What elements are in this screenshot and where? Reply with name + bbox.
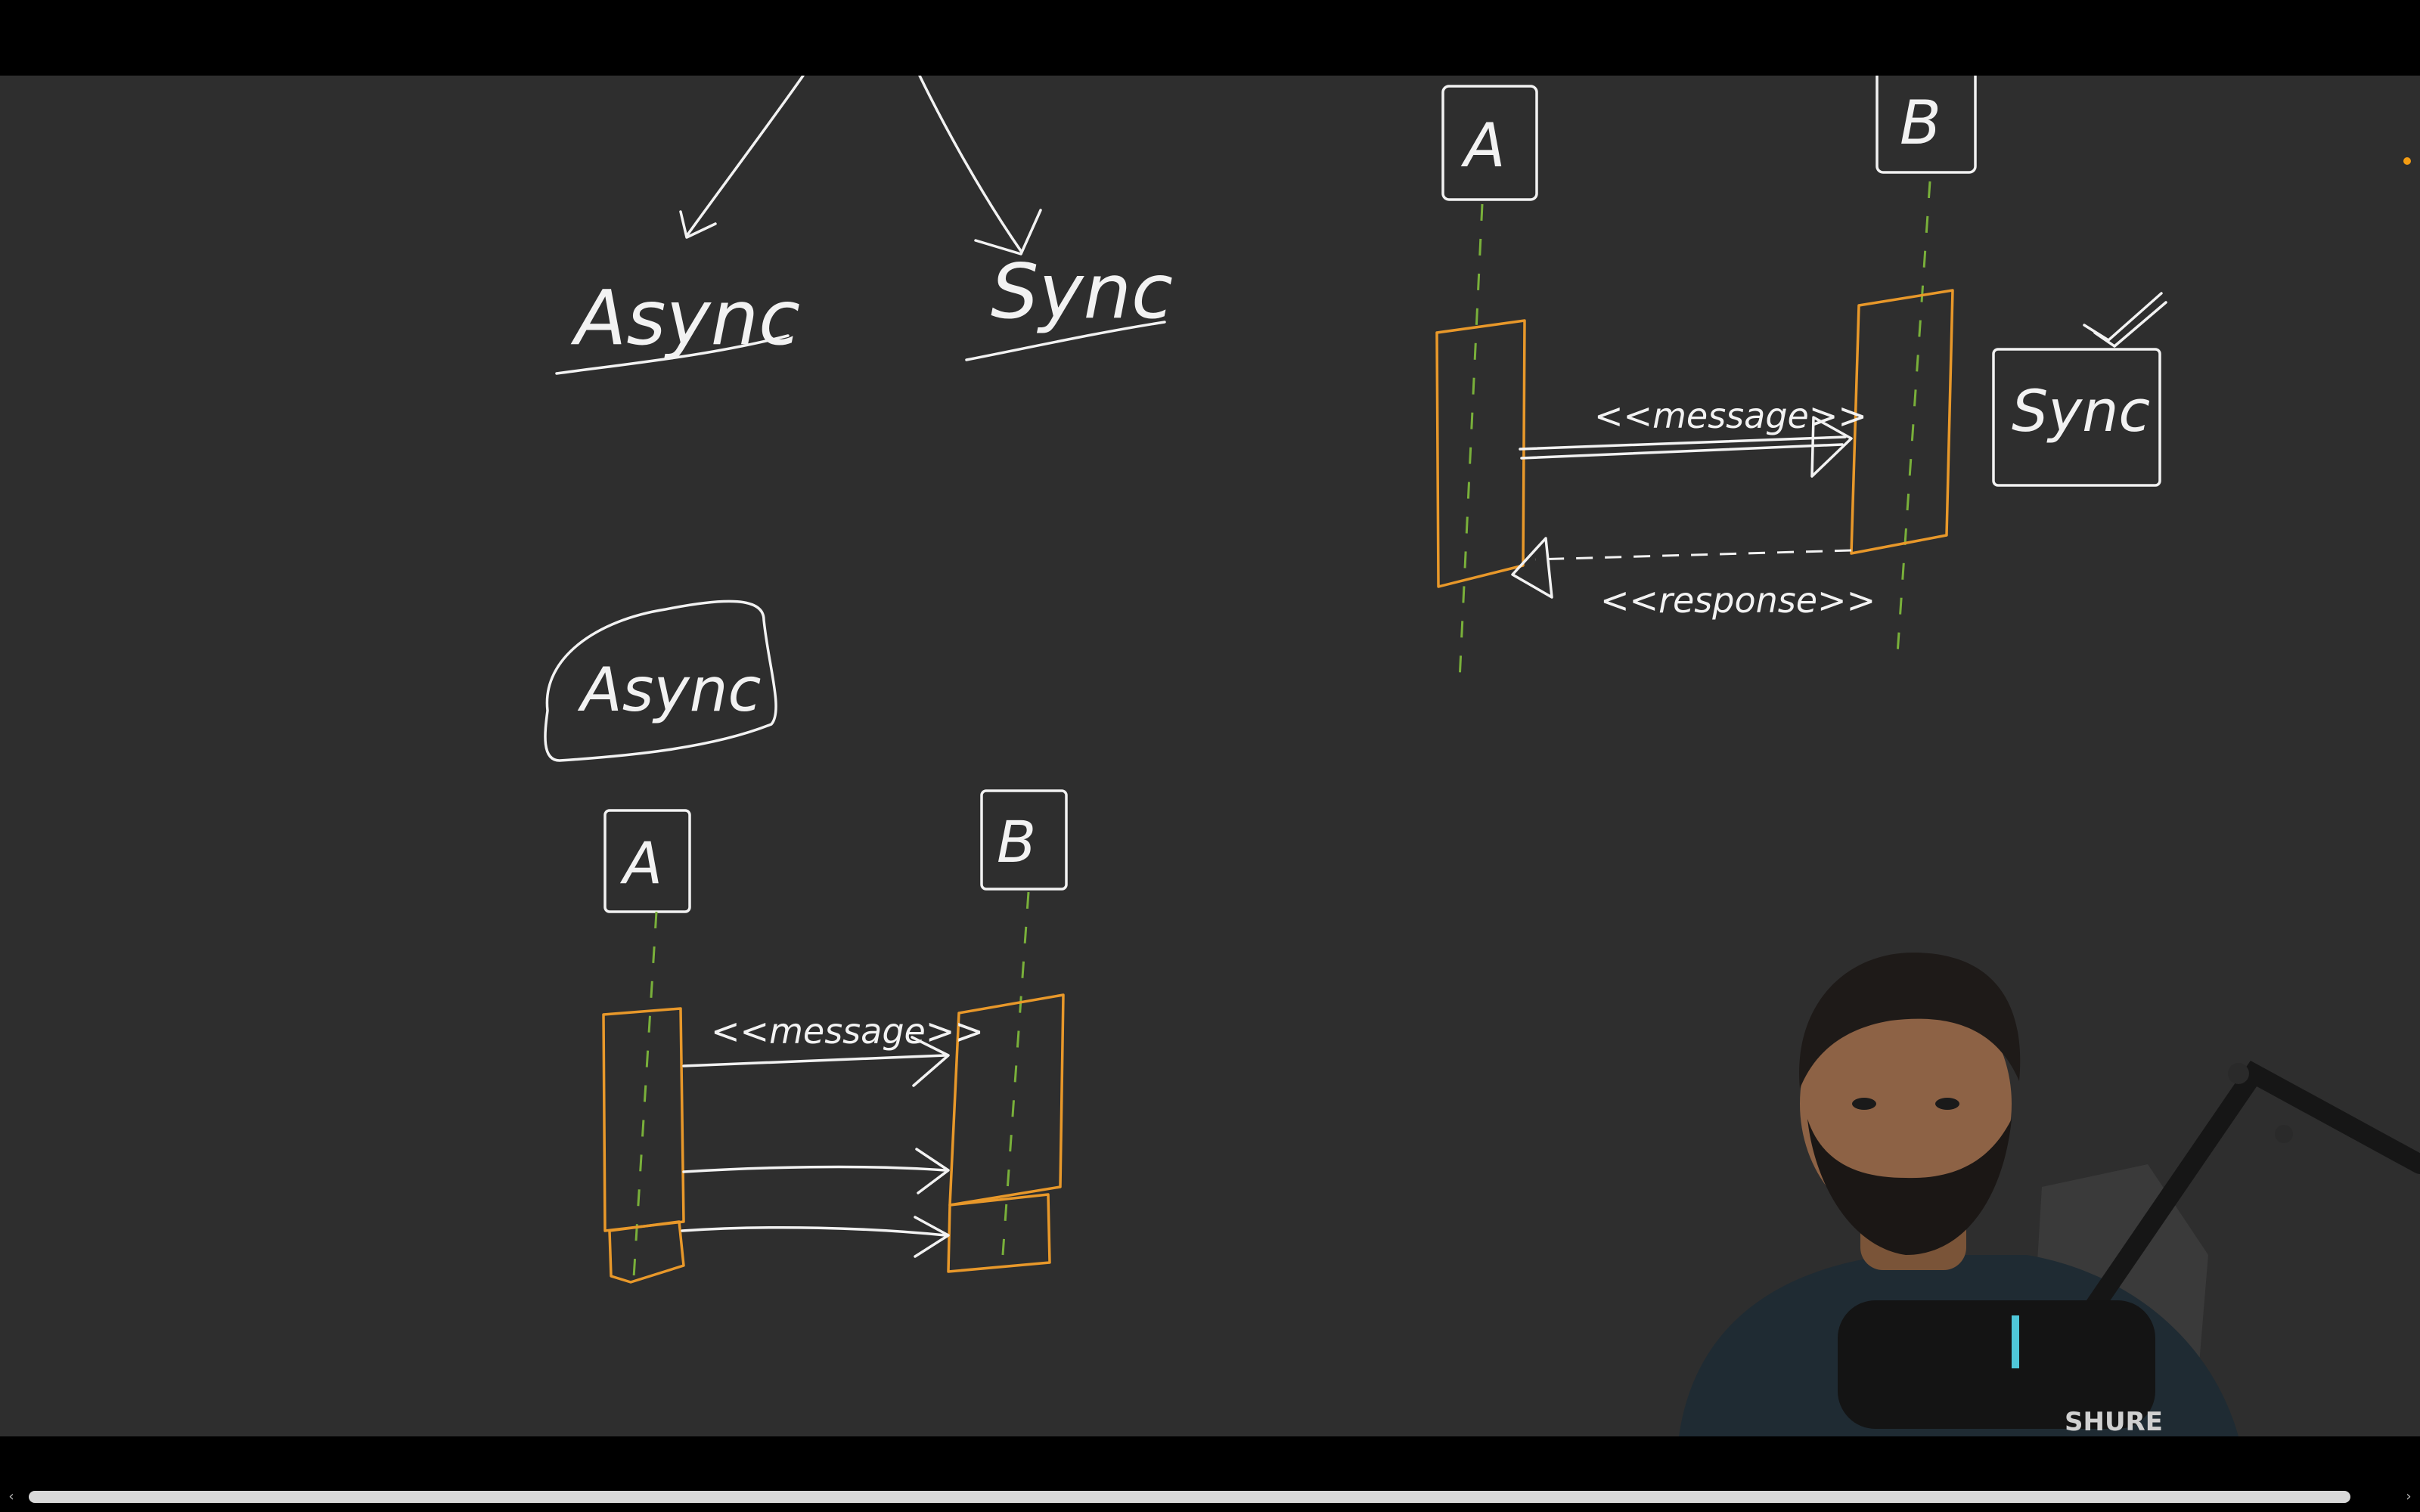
sync-response-label: <<response>>: [1600, 580, 1876, 621]
recording-indicator-icon: [2403, 157, 2411, 165]
label-async: Async: [570, 274, 800, 362]
async-activation-a-2: [608, 1220, 685, 1284]
sync-participant-b: B: [1900, 88, 1941, 158]
top-letterbox: [0, 0, 2420, 76]
video-player: Async Sync A B <<message>> <<response>> …: [0, 0, 2420, 1512]
sync-sequence-diagram: A B <<message>> <<response>> Sync: [1435, 76, 2167, 681]
async-tag: Async: [577, 655, 761, 725]
mic-brand: SHURE: [2065, 1407, 2163, 1436]
sync-message-label: <<message>>: [1594, 395, 1867, 436]
split-arrows: [679, 76, 1042, 256]
async-participant-a: A: [619, 829, 662, 897]
async-lifeline-b: [1001, 891, 1030, 1256]
async-activation-b-2: [947, 1193, 1051, 1273]
scroll-left-icon[interactable]: ‹: [0, 1488, 23, 1506]
async-message-arrow-2: [682, 1165, 947, 1173]
presenter-webcam: SHURE: [1664, 937, 2420, 1437]
sync-activation-a: [1435, 319, 1526, 588]
label-sync: Sync: [991, 247, 1173, 336]
async-participant-b: B: [997, 808, 1036, 875]
scrollbar-thumb[interactable]: [29, 1491, 2350, 1503]
sync-participant-a: A: [1460, 110, 1506, 181]
async-message-label: <<message>>: [711, 1011, 984, 1052]
async-activation-a-1: [602, 1007, 685, 1232]
async-sequence-diagram: Async A B <<message>>: [544, 600, 1068, 1284]
sync-lifeline-a: [1458, 203, 1484, 681]
sync-response-arrow: [1534, 549, 1852, 561]
async-lifeline-a: [632, 911, 658, 1278]
sync-tag: Sync: [2012, 377, 2150, 445]
sync-lifeline-b: [1895, 181, 1931, 666]
scroll-right-icon[interactable]: ›: [2397, 1488, 2420, 1506]
presenter-figure: SHURE: [1679, 953, 2420, 1437]
horizontal-scrollbar[interactable]: ‹ ›: [0, 1488, 2420, 1506]
async-message-arrow-1: [682, 1054, 947, 1067]
async-message-arrow-3: [681, 1225, 947, 1237]
